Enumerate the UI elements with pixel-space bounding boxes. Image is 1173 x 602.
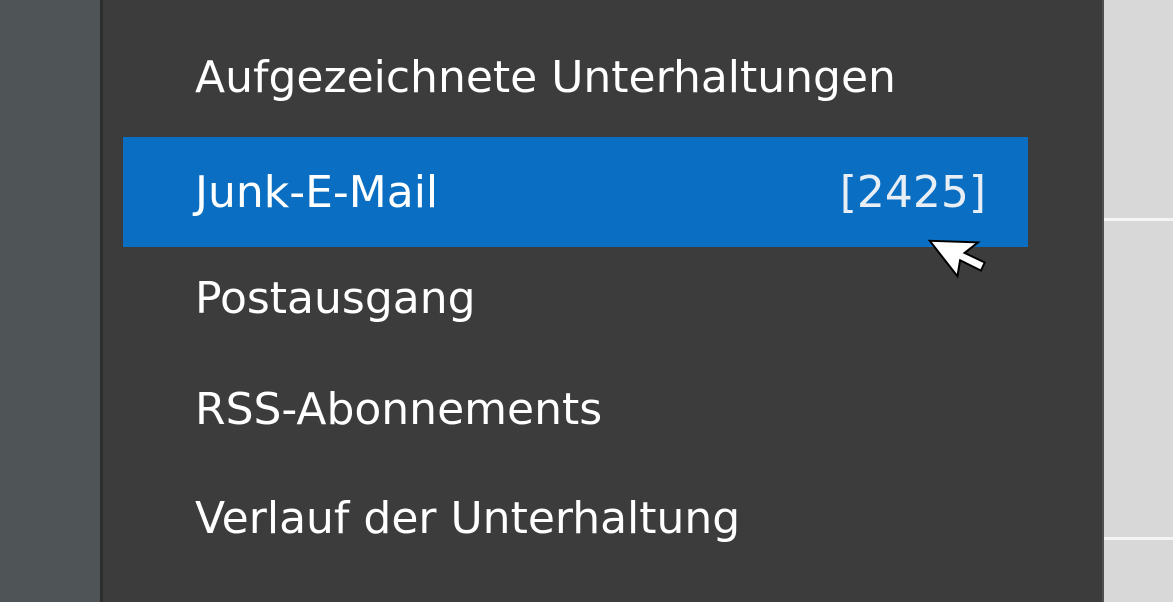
background-panel-left (0, 0, 100, 602)
menu-item-label: Junk-E-Mail (195, 166, 439, 218)
menu-item-aufgezeichnete-unterhaltungen[interactable]: Aufgezeichnete Unterhaltungen (123, 22, 1028, 132)
background-panel-right (1104, 0, 1173, 602)
menu-item-postausgang[interactable]: Postausgang (123, 243, 1028, 353)
menu-item-junk-e-mail[interactable]: Junk-E-Mail [2425] (123, 137, 1028, 247)
menu-item-label: Aufgezeichnete Unterhaltungen (195, 51, 896, 103)
folder-context-menu: Aufgezeichnete Unterhaltungen Junk-E-Mai… (100, 0, 1104, 602)
menu-item-label: Verlauf der Unterhaltung (195, 492, 741, 544)
mouse-pointer-icon (927, 239, 987, 279)
unread-count: [2425] (839, 166, 986, 218)
menu-item-label: Postausgang (195, 272, 476, 324)
divider (1104, 218, 1173, 221)
menu-item-label: RSS-Abonnements (195, 383, 603, 435)
menu-item-rss-abonnements[interactable]: RSS-Abonnements (123, 354, 1028, 464)
divider (1104, 537, 1173, 540)
menu-item-verlauf-der-unterhaltung[interactable]: Verlauf der Unterhaltung (123, 463, 1028, 573)
